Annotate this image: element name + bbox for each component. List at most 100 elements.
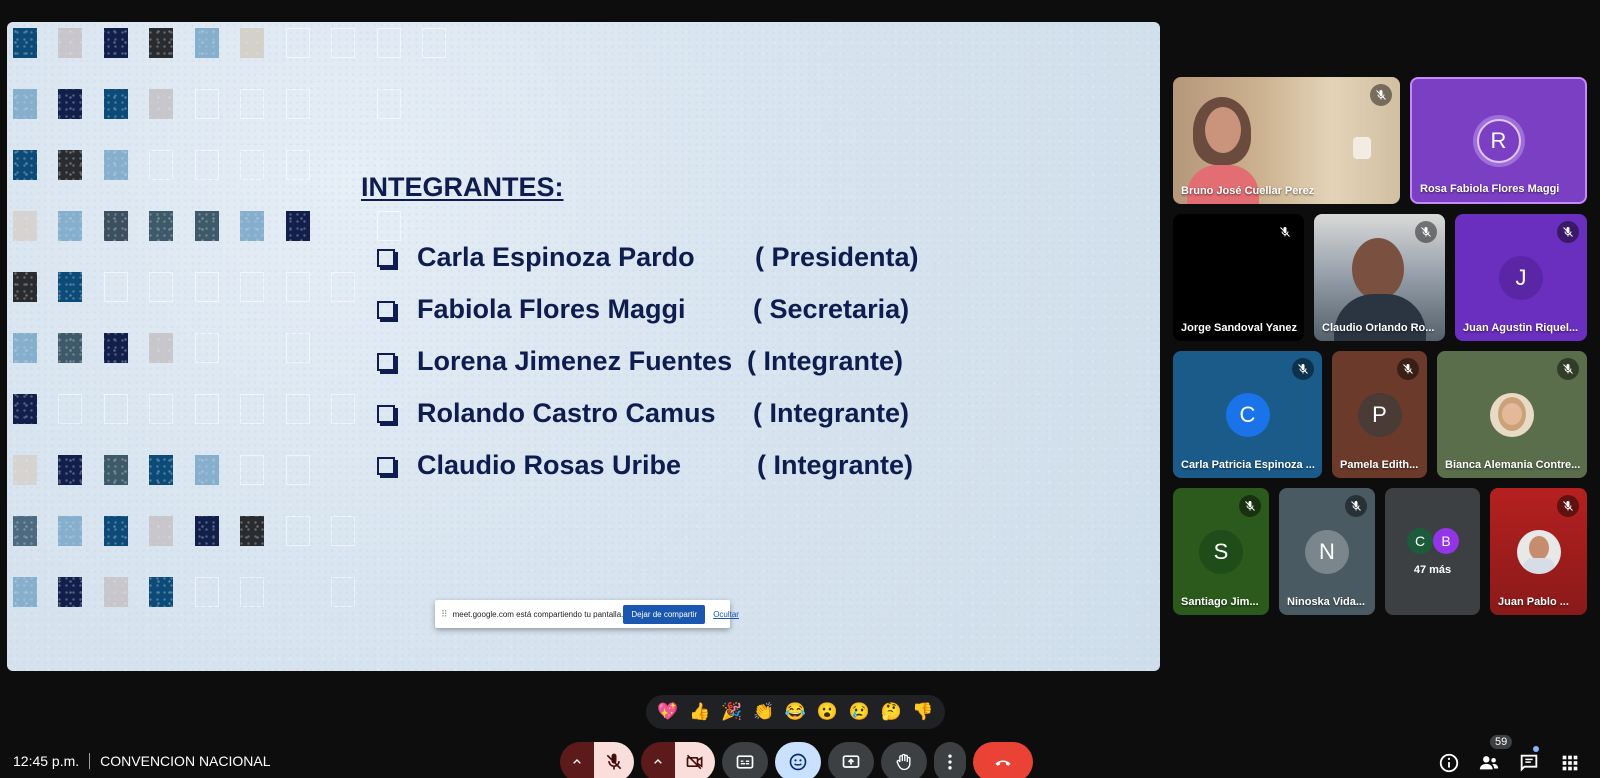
member-role: ( Integrante) [753,398,910,428]
hang-up-icon [995,760,1011,766]
member-role: ( Presidenta) [755,242,919,272]
present-screen-icon [842,755,860,768]
participant-count-badge: 59 [1490,735,1513,749]
participant-name: Pamela Edith... [1340,459,1419,471]
people-icon [1479,756,1499,770]
participant-tile[interactable]: Juan Pablo ... [1490,488,1587,615]
emoji-reactions-button[interactable] [775,742,821,778]
avatar: J [1499,255,1543,300]
raise-hand-button[interactable] [881,742,927,778]
stop-sharing-button[interactable]: Dejar de compartir [623,604,706,624]
profile-photo-avatar [1516,529,1561,574]
mic-muted-icon [1370,84,1392,106]
reaction-party-icon[interactable]: 🎉 [717,697,747,727]
participant-name: Bruno José Cuellar Perez [1181,185,1315,197]
video-feed-face [1205,107,1241,153]
reaction-clap-icon[interactable]: 👏 [749,697,779,727]
meet-window: INTEGRANTES: Carla Espinoza Pardo ( Pres… [0,0,1600,778]
avatar: C [1225,392,1270,437]
mic-muted-icon [1274,221,1296,243]
camera-toggle-button[interactable] [675,742,715,778]
checkbox-bullet-icon [377,457,395,475]
more-participants-tile[interactable]: C B 47 más [1385,488,1480,615]
camera-control [641,742,715,778]
reaction-thumbs-down-icon[interactable]: 👎 [908,697,938,727]
profile-photo-avatar [1490,392,1534,437]
reaction-sad-icon[interactable]: 😢 [844,697,874,727]
member-role: ( Integrante) [747,346,904,376]
chat-button[interactable] [1516,750,1542,776]
meeting-details-button[interactable] [1436,750,1462,776]
participant-name: Claudio Orlando Ro... [1322,322,1435,334]
screen-share-notice: ⠿ meet.google.com está compartiendo tu p… [435,600,739,628]
participant-tile[interactable]: Bianca Alemania Contre... [1437,351,1587,478]
participant-tile[interactable]: Bruno José Cuellar Perez [1173,77,1400,204]
list-item: Lorena Jimenez Fuentes ( Integrante) [377,346,997,398]
participant-tile[interactable]: C Carla Patricia Espinoza ... [1173,351,1322,478]
mic-muted-icon [1557,221,1579,243]
participant-tile[interactable]: Claudio Orlando Ro... [1314,214,1445,341]
reaction-heart-icon[interactable]: 💖 [653,697,683,727]
participant-name: Ninoska Vida... [1287,596,1366,608]
chat-icon [1520,754,1538,772]
reaction-laugh-icon[interactable]: 😂 [780,697,810,727]
camera-options-button[interactable] [641,742,675,778]
list-item: Carla Espinoza Pardo ( Presidenta) [377,242,997,294]
mic-muted-icon [1345,495,1367,517]
leave-call-button[interactable] [973,742,1033,778]
hide-link[interactable]: Ocultar [713,610,739,619]
lamp-image [1353,137,1371,159]
checkbox-bullet-icon [377,249,395,267]
more-options-button[interactable] [934,742,966,778]
participant-name: Rosa Fabiola Flores Maggi [1420,183,1560,195]
participant-tile[interactable]: P Pamela Edith... [1332,351,1427,478]
participant-tile[interactable]: J Juan Agustin Riquel... [1455,214,1587,341]
hand-icon [896,753,911,771]
mic-toggle-button[interactable] [594,742,634,778]
drag-handle-icon[interactable]: ⠿ [441,609,448,620]
activities-button[interactable] [1557,750,1583,776]
mic-muted-icon [1415,221,1437,243]
member-list: Carla Espinoza Pardo ( Presidenta) Fabio… [377,242,997,502]
member-name: Lorena Jimenez Fuentes [417,346,733,376]
reaction-surprised-icon[interactable]: 😮 [812,697,842,727]
presentation-slide: INTEGRANTES: Carla Espinoza Pardo ( Pres… [7,22,1160,671]
participant-tile-active-speaker[interactable]: R Rosa Fabiola Flores Maggi [1410,77,1587,204]
people-button[interactable] [1476,750,1502,776]
emoji-icon [789,753,807,771]
more-vert-icon [948,754,952,770]
avatar: P [1357,392,1402,437]
present-screen-button[interactable] [828,742,874,778]
participant-name: Jorge Sandoval Yanez [1181,322,1297,334]
mic-muted-icon [1397,358,1419,380]
more-count-label: 47 más [1413,564,1452,576]
reaction-thumbs-up-icon[interactable]: 👍 [685,697,715,727]
member-role: ( Secretaria) [753,294,910,324]
meeting-info: 12:45 p.m. CONVENCION NACIONAL [13,753,271,769]
info-icon [1439,753,1459,773]
participant-tile[interactable]: Jorge Sandoval Yanez [1173,214,1304,341]
reaction-thinking-icon[interactable]: 🤔 [876,697,906,727]
avatar: C [1407,528,1433,554]
camera-off-icon [686,754,703,770]
member-name: Claudio Rosas Uribe [417,450,682,480]
reactions-bar: 💖 👍 🎉 👏 😂 😮 😢 🤔 👎 [646,695,945,729]
participant-tile[interactable]: N Ninoska Vida... [1279,488,1375,615]
member-role: ( Integrante) [757,450,914,480]
mic-options-button[interactable] [560,742,594,778]
checkbox-bullet-icon [377,353,395,371]
clock-time: 12:45 p.m. [13,753,80,769]
avatar: N [1305,529,1349,574]
meeting-name: CONVENCION NACIONAL [100,753,271,769]
apps-grid-icon [1562,755,1578,771]
member-name: Rolando Castro Camus [417,398,716,428]
mic-muted-icon [1557,495,1579,517]
participant-name: Juan Pablo ... [1498,596,1569,608]
avatar: B [1433,528,1459,554]
chevron-up-icon [573,759,581,764]
captions-button[interactable] [722,742,768,778]
checkbox-bullet-icon [377,301,395,319]
avatar: S [1199,529,1243,574]
participant-tile[interactable]: S Santiago Jim... [1173,488,1269,615]
slide-heading: INTEGRANTES: [361,172,564,202]
